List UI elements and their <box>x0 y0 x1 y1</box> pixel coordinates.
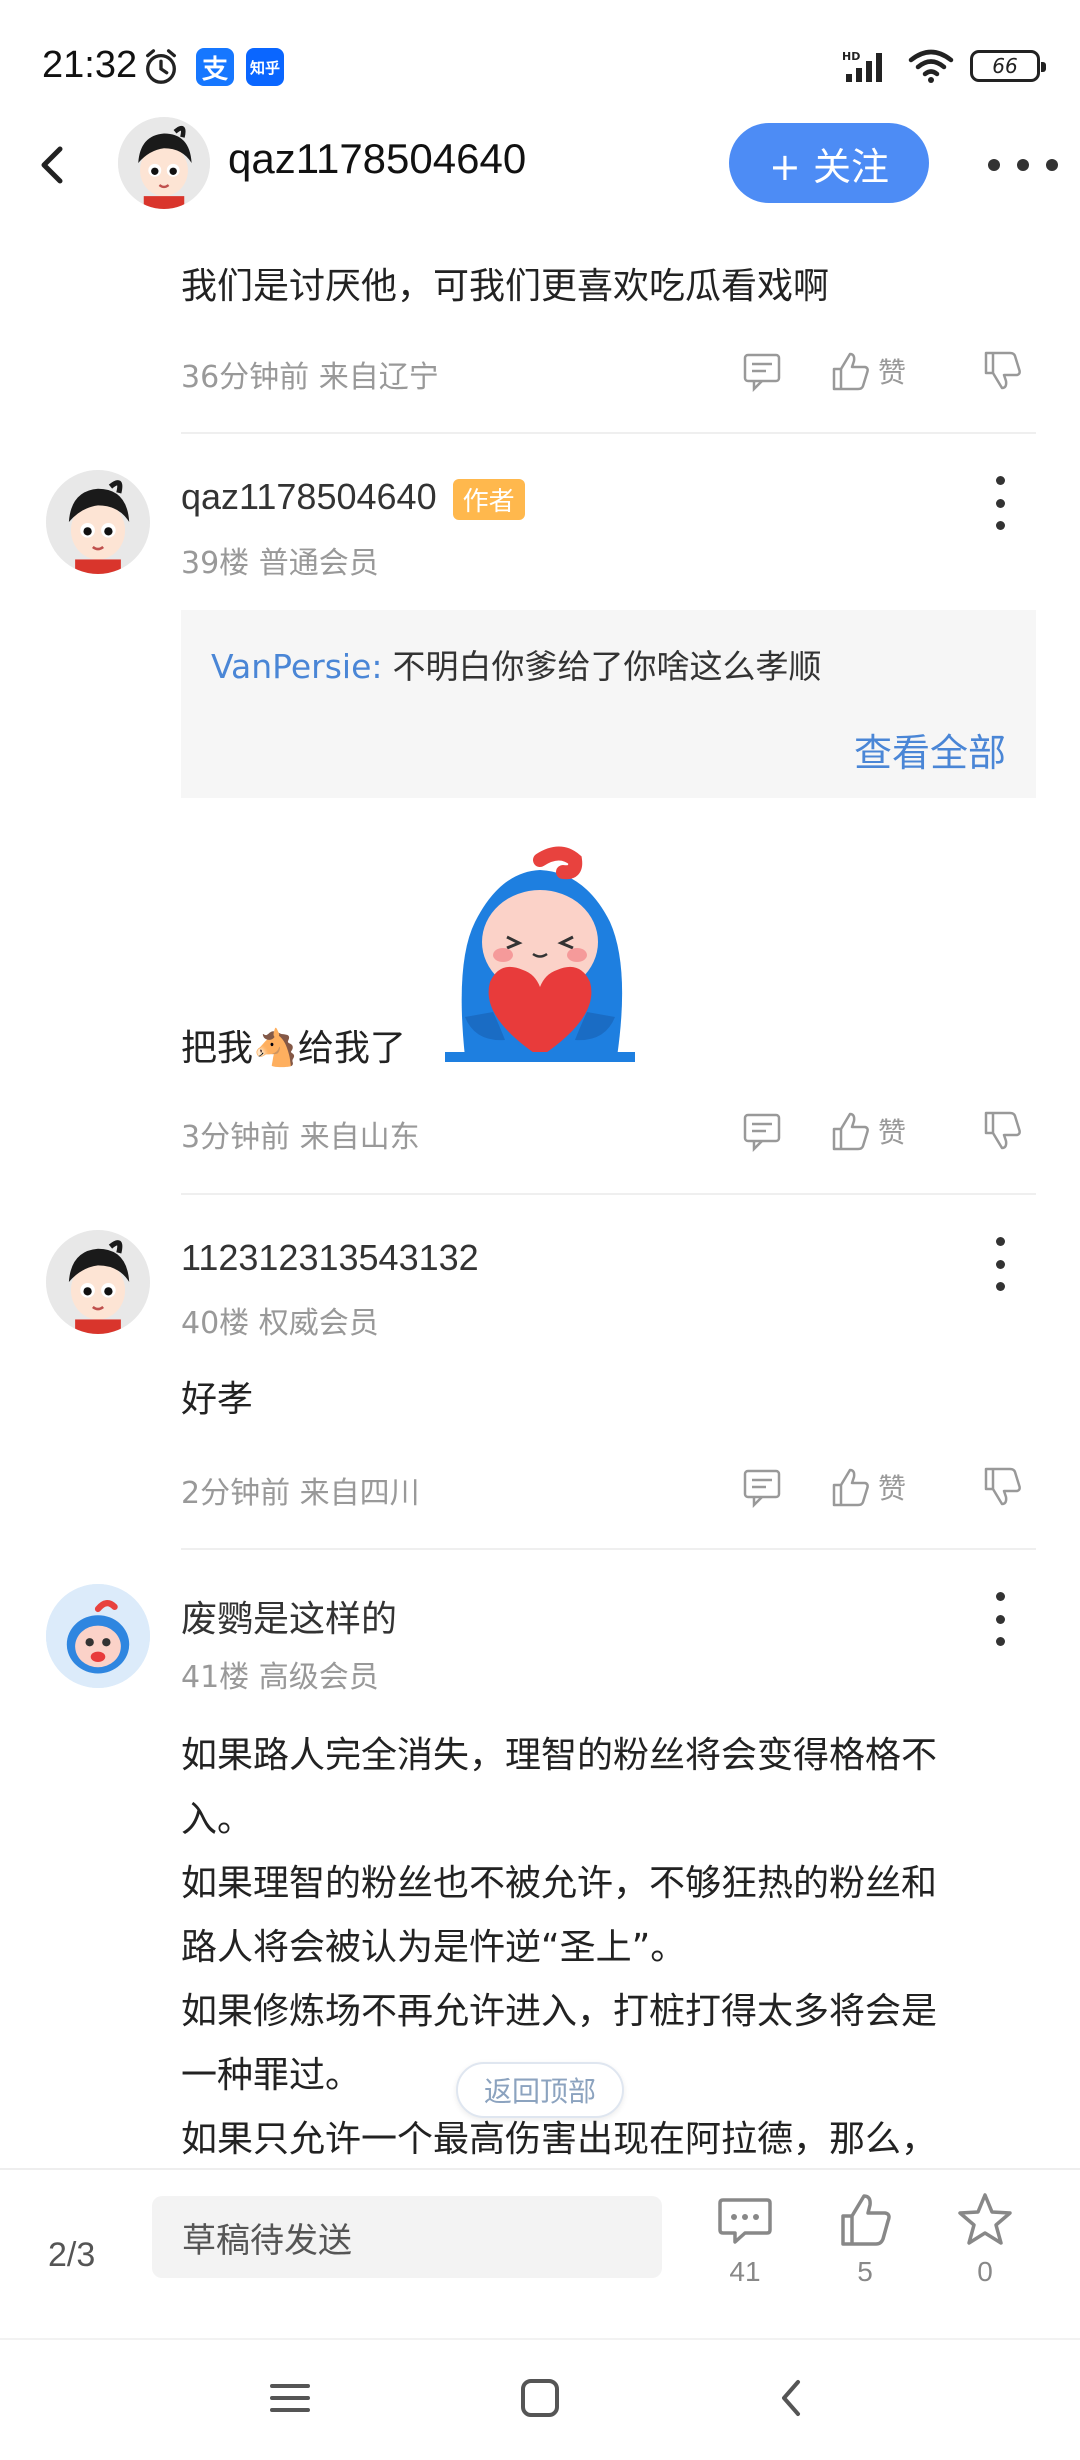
back-to-top-button[interactable]: 返回顶部 <box>456 2062 624 2118</box>
more-options-icon[interactable] <box>988 145 1058 185</box>
thumbs-down-icon <box>984 351 1021 390</box>
thumbs-down-icon <box>984 1467 1021 1506</box>
cartoon-avatar-icon <box>46 1230 150 1334</box>
svg-text:HD: HD <box>842 50 860 63</box>
system-navigation-bar <box>0 2338 1080 2460</box>
favorite-button[interactable]: 0 <box>940 2190 1030 2288</box>
dislike-button[interactable] <box>980 1106 1024 1156</box>
thumbs-up-icon <box>832 1468 869 1507</box>
user-avatar[interactable] <box>46 470 150 574</box>
post-actions: 赞 <box>740 1462 1030 1512</box>
thumbs-up-icon <box>832 1112 869 1151</box>
post-meta: 36分钟前 来自辽宁 <box>181 360 439 395</box>
favorites-count: 0 <box>977 2256 993 2287</box>
post-username[interactable]: 112312313543132 <box>181 1237 479 1279</box>
divider <box>181 1548 1036 1550</box>
bottom-action-bar: 2/3 草稿待发送 41 5 0 <box>0 2168 1080 2338</box>
like-label: 赞 <box>878 1472 907 1505</box>
reply-button[interactable] <box>740 346 784 396</box>
floor-info: 39楼 普通会员 <box>181 546 379 581</box>
post-line: 如果路人完全消失，理智的粉丝将会变得格格不 <box>181 1735 938 1776</box>
comments-count: 41 <box>729 2256 761 2287</box>
thumbs-up-icon <box>841 2194 891 2246</box>
post-username[interactable]: qaz1178504640 作者 <box>181 476 525 520</box>
alarm-icon <box>146 49 176 84</box>
quote-username[interactable]: VanPersie: <box>211 647 383 686</box>
signal-icon: HD <box>842 50 882 82</box>
quoted-reply[interactable]: VanPersie: 不明白你爹给了你啥这么孝顺 查看全部 <box>181 610 1036 798</box>
post-line: 路人将会被认为是忤逆“圣上”。 <box>181 1927 687 1968</box>
header-username[interactable]: qaz1178504640 <box>228 135 526 183</box>
reply-button[interactable] <box>740 1462 784 1512</box>
home-square-icon[interactable] <box>510 2368 570 2428</box>
header-avatar[interactable] <box>118 117 210 209</box>
zhihu-notification-icon: 知乎 <box>246 48 284 86</box>
comment-icon <box>743 1469 781 1509</box>
author-badge: 作者 <box>452 478 525 520</box>
thread-like-button[interactable]: 5 <box>820 2190 910 2288</box>
post-meta: 3分钟前 来自山东 <box>181 1120 420 1155</box>
thread-header: qaz1178504640 + 关注 <box>0 115 1080 215</box>
post-content: 把我🐴给我了 <box>181 1017 406 1081</box>
quote-text: 不明白你爹给了你啥这么孝顺 <box>392 647 822 686</box>
post-more-icon[interactable] <box>988 476 1012 530</box>
dislike-button[interactable] <box>980 1462 1024 1512</box>
post-actions: 赞 <box>740 1106 1030 1156</box>
post-line: 如果理智的粉丝也不被允许，不够狂热的粉丝和 <box>181 1863 938 1904</box>
reply-button[interactable] <box>740 1106 784 1156</box>
quote-line: VanPersie: 不明白你爹给了你啥这么孝顺 <box>211 640 822 688</box>
reply-draft-input[interactable]: 草稿待发送 <box>152 2196 662 2278</box>
post-meta: 2分钟前 来自四川 <box>181 1476 420 1511</box>
menu-icon[interactable] <box>260 2368 320 2428</box>
heart-hug-sticker-icon <box>445 846 635 1062</box>
alipay-notification-icon: 支 <box>196 48 234 86</box>
follow-button[interactable]: + 关注 <box>729 123 929 203</box>
divider <box>181 1193 1036 1195</box>
comments-button[interactable]: 41 <box>700 2190 790 2288</box>
view-all-link[interactable]: 查看全部 <box>854 722 1006 777</box>
post-more-icon[interactable] <box>988 1592 1012 1646</box>
horse-emoji-icon: 🐴 <box>253 1028 298 1069</box>
floor-info: 41楼 高级会员 <box>181 1660 379 1695</box>
cartoon-avatar-icon <box>46 470 150 574</box>
floor-info: 40楼 权威会员 <box>181 1306 379 1341</box>
post-line: 入。 <box>181 1799 254 1840</box>
status-indicators: HD 66 <box>842 46 1046 86</box>
like-label: 赞 <box>878 356 907 389</box>
divider <box>181 432 1036 434</box>
battery-indicator: 66 <box>970 50 1046 82</box>
username-text[interactable]: qaz1178504640 <box>181 476 437 517</box>
comment-bubble-icon <box>718 2198 772 2244</box>
dislike-button[interactable] <box>980 346 1024 396</box>
post-more-icon[interactable] <box>988 1237 1012 1291</box>
post-content: 好孝 <box>181 1379 254 1420</box>
like-label: 赞 <box>878 1116 907 1149</box>
like-button[interactable]: 赞 <box>828 1462 906 1512</box>
thumbs-down-icon <box>984 1111 1021 1150</box>
post-username[interactable]: 废鹦是这样的 <box>181 1590 397 1642</box>
post-text-part: 给我了 <box>297 1028 406 1069</box>
post-line: 如果修炼场不再允许进入，打桩打得太多将会是 <box>181 1991 938 2032</box>
post-line: 如果只允许一个最高伤害出现在阿拉德，那么， <box>181 2119 938 2160</box>
like-button[interactable]: 赞 <box>828 1106 906 1156</box>
likes-count: 5 <box>857 2256 873 2287</box>
comment-icon <box>743 353 781 393</box>
back-arrow-icon[interactable] <box>30 137 80 193</box>
cartoon-avatar-icon <box>118 117 210 209</box>
status-bar: 21:32 支 知乎 HD 66 <box>0 0 1080 130</box>
user-avatar[interactable] <box>46 1230 150 1334</box>
like-button[interactable]: 赞 <box>828 346 906 396</box>
post-actions: 赞 <box>740 346 1030 396</box>
page-indicator[interactable]: 2/3 <box>48 2236 95 2275</box>
cartoon-parrot-avatar-icon <box>46 1584 150 1688</box>
post-text-part: 把我 <box>181 1028 254 1069</box>
star-icon <box>958 2193 1012 2245</box>
user-avatar[interactable] <box>46 1584 150 1688</box>
nav-back-icon[interactable] <box>762 2368 822 2428</box>
comment-icon <box>743 1113 781 1153</box>
wifi-icon <box>908 49 954 83</box>
post-content: 我们是讨厌他，可我们更喜欢吃瓜看戏啊 <box>181 266 830 307</box>
status-time: 21:32 <box>42 44 138 86</box>
thumbs-up-icon <box>832 352 869 391</box>
